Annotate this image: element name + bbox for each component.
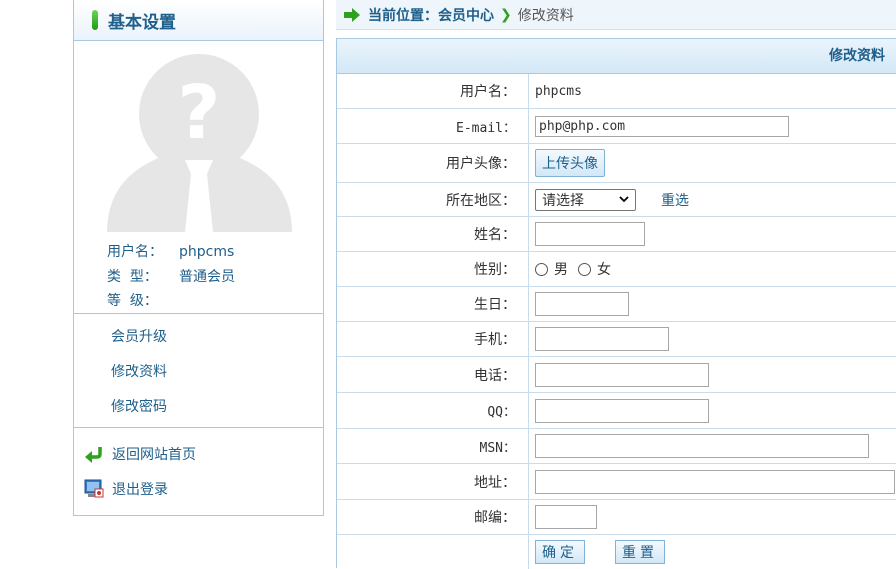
green-arrow-icon [344, 7, 360, 22]
gender-male-radio[interactable] [535, 262, 548, 276]
form-row: 地址： [337, 464, 896, 500]
home-link-label: 返回网站首页 [112, 446, 196, 463]
breadcrumb-location: 当前位置：会员中心 [368, 7, 494, 24]
phone-input[interactable] [535, 362, 709, 387]
sidebar: 基本设置 ? 用户名： phpcms 类 型： 普通会员 等 级： 会员升级 修… [73, 0, 324, 516]
username-field-value: phpcms [535, 83, 582, 99]
type-label: 类 型： [107, 268, 158, 285]
name-field-label: 姓名： [337, 217, 529, 251]
zip-field-label: 邮编： [337, 500, 529, 534]
sidebar-menu: 会员升级 修改资料 修改密码 [111, 326, 167, 431]
gender-female-radio[interactable] [578, 262, 591, 276]
name-input[interactable] [535, 222, 645, 246]
gender-male-label: 男 [554, 262, 568, 278]
green-bar-icon [92, 10, 98, 30]
username-value: phpcms [179, 244, 235, 260]
msn-field-label: MSN： [337, 429, 529, 463]
zip-input[interactable] [535, 505, 597, 529]
msn-input[interactable] [535, 434, 869, 458]
home-link[interactable]: 返回网站首页 [84, 436, 196, 471]
divider [74, 427, 323, 428]
region-field-label: 所在地区： [337, 183, 529, 216]
birthday-field-label: 生日： [337, 287, 529, 321]
logout-monitor-icon [84, 479, 104, 497]
upload-avatar-button[interactable]: 上传头像 [535, 149, 605, 177]
qq-field-label: QQ： [337, 393, 529, 428]
gender-field-label: 性别： [337, 252, 529, 286]
user-info: 用户名： phpcms 类 型： 普通会员 等 级： [107, 240, 235, 314]
menu-change-password[interactable]: 修改密码 [111, 396, 167, 431]
mobile-field-label: 手机： [337, 322, 529, 356]
sidebar-header: 基本设置 [74, 0, 323, 41]
divider [74, 313, 323, 314]
sidebar-title: 基本设置 [108, 12, 176, 33]
form-row: 所在地区： 请选择 重选 [337, 183, 896, 217]
username-label: 用户名： [107, 244, 163, 260]
menu-edit-profile[interactable]: 修改资料 [111, 361, 167, 396]
chevron-down-icon [619, 196, 629, 203]
phone-field-label: 电话： [337, 357, 529, 392]
edit-profile-panel: 修改资料 用户名： phpcms E-mail： php@php.com 用户头… [336, 38, 896, 569]
reset-button[interactable]: 重置 [615, 540, 665, 564]
svg-text:?: ? [178, 70, 221, 156]
username-field-label: 用户名： [337, 74, 529, 108]
submit-button[interactable]: 确定 [535, 540, 585, 564]
profile-form: 用户名： phpcms E-mail： php@php.com 用户头像： 上传… [337, 74, 896, 569]
region-select-value: 请选择 [542, 192, 584, 209]
type-value: 普通会员 [179, 268, 235, 285]
empty-label [337, 535, 529, 569]
form-row: 性别： 男 女 [337, 252, 896, 287]
form-row: E-mail： php@php.com [337, 109, 896, 144]
breadcrumb-current: 修改资料 [517, 7, 574, 24]
email-input[interactable]: php@php.com [535, 115, 789, 137]
form-row: 确定 重置 [337, 535, 896, 569]
form-row: 手机： [337, 322, 896, 357]
avatar-field-label: 用户头像： [337, 144, 529, 182]
panel-title: 修改资料 [337, 38, 896, 74]
default-avatar-icon: ? [107, 54, 292, 232]
logout-link[interactable]: 退出登录 [84, 471, 196, 506]
form-row: QQ： [337, 393, 896, 429]
chevron-right-icon: ❯ [500, 6, 512, 23]
return-arrow-icon [85, 446, 102, 463]
form-row: 用户头像： 上传头像 [337, 144, 896, 183]
form-row: 用户名： phpcms [337, 74, 896, 109]
qq-input[interactable] [535, 398, 709, 423]
level-label: 等 级： [107, 293, 158, 309]
form-row: 电话： [337, 357, 896, 393]
mobile-input[interactable] [535, 327, 669, 351]
reselect-link[interactable]: 重选 [661, 190, 689, 210]
logout-link-label: 退出登录 [112, 481, 168, 498]
email-field-label: E-mail： [337, 109, 529, 143]
breadcrumb: 当前位置：会员中心 ❯ 修改资料 [336, 0, 896, 30]
address-input[interactable] [535, 469, 895, 494]
form-row: 邮编： [337, 500, 896, 535]
gender-female-label: 女 [597, 262, 611, 278]
birthday-input[interactable] [535, 292, 629, 316]
region-select[interactable]: 请选择 [535, 188, 636, 211]
email-input-value: php@php.com [539, 118, 626, 134]
form-row: MSN： [337, 429, 896, 464]
form-row: 姓名： [337, 217, 896, 252]
form-row: 生日： [337, 287, 896, 322]
address-field-label: 地址： [337, 464, 529, 499]
sidebar-links: 返回网站首页 退出登录 [84, 436, 196, 506]
menu-upgrade[interactable]: 会员升级 [111, 326, 167, 361]
